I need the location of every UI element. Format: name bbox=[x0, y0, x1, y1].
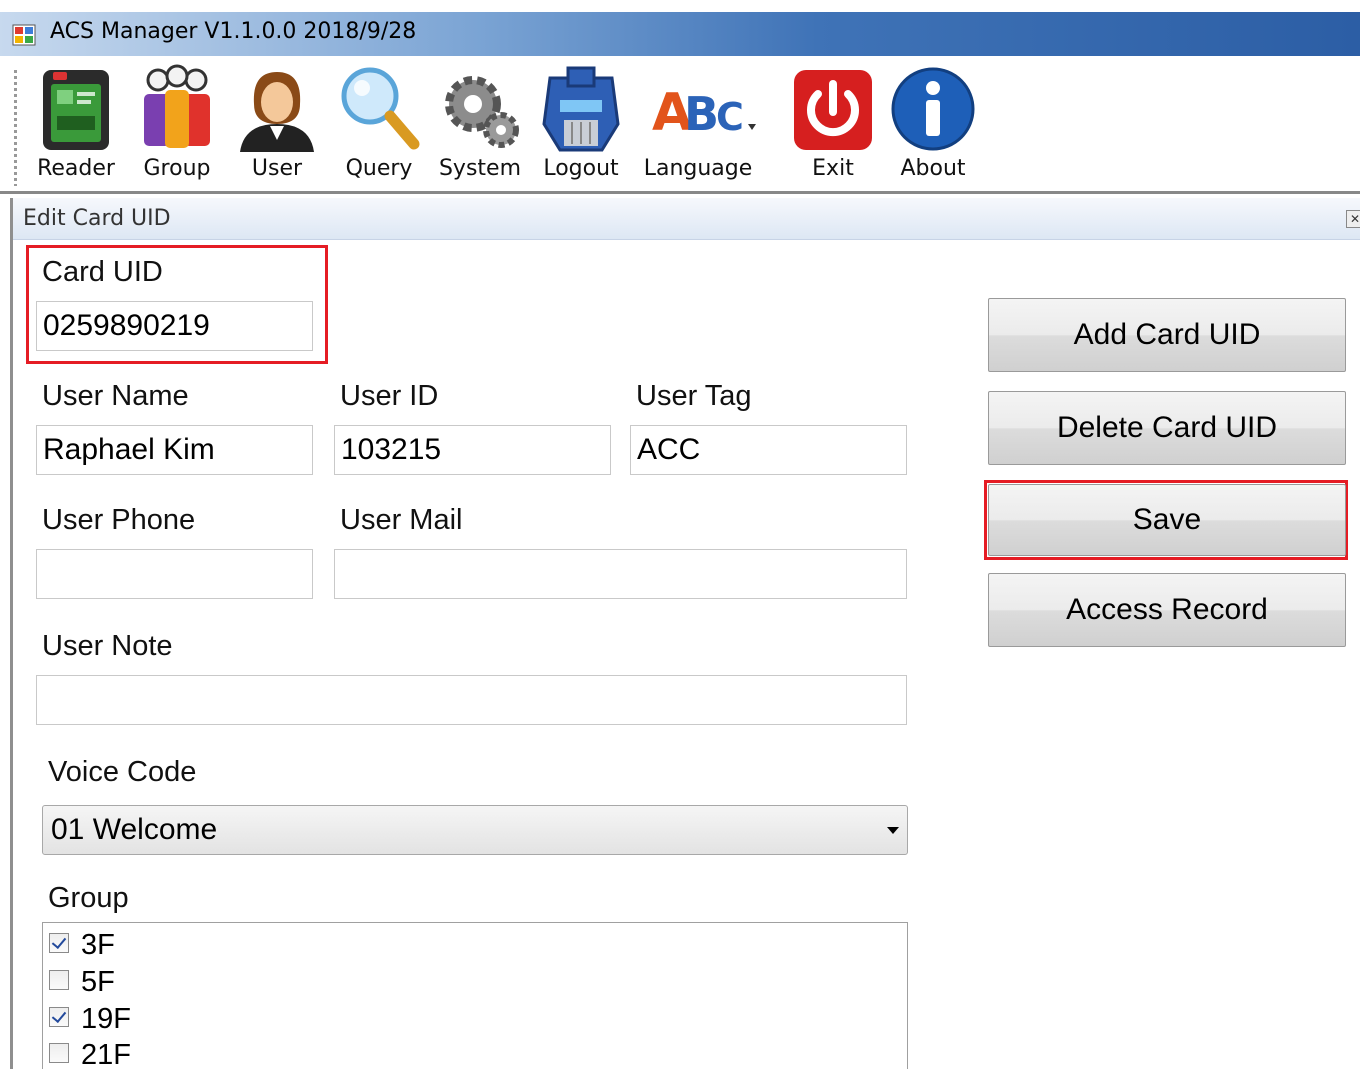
toolbar-language-button[interactable]: A B C Language bbox=[638, 60, 758, 188]
toolbar-system-label: System bbox=[438, 156, 522, 181]
power-icon bbox=[794, 70, 872, 150]
toolbar-group-label: Group bbox=[143, 156, 211, 181]
panel-title: Edit Card UID bbox=[23, 206, 171, 231]
toolbar-user-label: User bbox=[251, 156, 303, 181]
card-uid-label: Card UID bbox=[42, 256, 163, 288]
svg-text:B: B bbox=[684, 87, 719, 141]
checkbox-checked-icon[interactable] bbox=[49, 1007, 69, 1027]
add-card-uid-button[interactable]: Add Card UID bbox=[988, 298, 1346, 372]
user-tag-field[interactable]: ACC bbox=[630, 425, 907, 475]
user-id-label: User ID bbox=[340, 380, 439, 412]
toolbar-reader-label: Reader bbox=[37, 156, 115, 181]
checkbox-unchecked-icon[interactable] bbox=[49, 1043, 69, 1063]
voice-code-select[interactable]: 01 Welcome bbox=[42, 805, 908, 855]
group-item-label: 3F bbox=[81, 929, 115, 961]
toolbar-about-label: About bbox=[900, 156, 966, 181]
access-record-button[interactable]: Access Record bbox=[988, 573, 1346, 647]
save-button[interactable]: Save bbox=[988, 484, 1346, 556]
toolbar-query-label: Query bbox=[345, 156, 413, 181]
info-icon bbox=[891, 67, 975, 151]
card-uid-field[interactable]: 0259890219 bbox=[36, 301, 313, 351]
magnifier-icon bbox=[341, 67, 420, 150]
group-icon bbox=[144, 64, 210, 148]
toolbar-language-label: Language bbox=[643, 156, 753, 181]
toolbar-reader-button[interactable]: Reader bbox=[30, 60, 122, 188]
group-item-label: 21F bbox=[81, 1039, 131, 1069]
user-icon bbox=[240, 72, 314, 152]
user-phone-field[interactable] bbox=[36, 549, 313, 599]
user-name-field[interactable]: Raphael Kim bbox=[36, 425, 313, 475]
panel-header: Edit Card UID ✕ bbox=[13, 198, 1360, 240]
abc-icon: A B C bbox=[652, 83, 756, 143]
group-label: Group bbox=[48, 882, 129, 914]
robot-head-icon bbox=[542, 66, 620, 152]
checkbox-checked-icon[interactable] bbox=[49, 933, 69, 953]
toolbar-group-button[interactable]: Group bbox=[132, 60, 222, 188]
user-mail-label: User Mail bbox=[340, 504, 463, 536]
toolbar-exit-button[interactable]: Exit bbox=[788, 60, 878, 188]
toolbar-logout-label: Logout bbox=[543, 156, 619, 181]
toolbar-grip[interactable] bbox=[14, 70, 17, 186]
title-bar: ACS Manager V1.1.0.0 2018/9/28 bbox=[0, 0, 1360, 56]
delete-card-uid-button[interactable]: Delete Card UID bbox=[988, 391, 1346, 465]
user-phone-label: User Phone bbox=[42, 504, 196, 536]
user-note-field[interactable] bbox=[36, 675, 907, 725]
app-icon bbox=[12, 24, 36, 46]
svg-text:C: C bbox=[716, 95, 744, 139]
user-name-label: User Name bbox=[42, 380, 189, 412]
window-title: ACS Manager V1.1.0.0 2018/9/28 bbox=[50, 19, 417, 44]
toolbar: Reader Group User Query System Logout A … bbox=[0, 56, 1360, 194]
toolbar-query-button[interactable]: Query bbox=[334, 60, 424, 188]
gears-icon bbox=[445, 76, 519, 148]
toolbar-user-button[interactable]: User bbox=[232, 60, 322, 188]
voice-code-label: Voice Code bbox=[48, 756, 197, 788]
group-item-label: 5F bbox=[81, 966, 115, 998]
toolbar-exit-label: Exit bbox=[812, 156, 854, 181]
dropdown-arrow-icon[interactable] bbox=[887, 827, 899, 834]
panel-close-icon[interactable]: ✕ bbox=[1346, 210, 1360, 228]
user-mail-field[interactable] bbox=[334, 549, 907, 599]
group-item-label: 19F bbox=[81, 1003, 131, 1035]
card-reader-icon bbox=[43, 70, 109, 150]
user-id-field[interactable]: 103215 bbox=[334, 425, 611, 475]
group-checklist: 3F 5F 19F 21F bbox=[42, 922, 908, 1069]
user-tag-label: User Tag bbox=[636, 380, 752, 412]
user-note-label: User Note bbox=[42, 630, 173, 662]
toolbar-system-button[interactable]: System bbox=[434, 60, 526, 188]
voice-code-value: 01 Welcome bbox=[51, 813, 218, 846]
toolbar-about-button[interactable]: About bbox=[888, 60, 978, 188]
toolbar-logout-button[interactable]: Logout bbox=[536, 60, 626, 188]
checkbox-unchecked-icon[interactable] bbox=[49, 970, 69, 990]
